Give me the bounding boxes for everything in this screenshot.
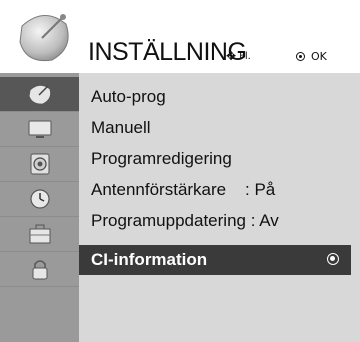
menu-item-auto-prog[interactable]: Auto-prog bbox=[79, 82, 351, 112]
ok-button-icon bbox=[296, 52, 305, 61]
sidebar bbox=[0, 73, 79, 342]
satellite-dish-icon bbox=[27, 84, 51, 105]
ok-button-icon bbox=[327, 253, 339, 265]
monitor-icon bbox=[28, 120, 51, 138]
ok-hint-label: OK bbox=[311, 50, 327, 63]
menu-panel: Auto-prog Manuell Programredigering Ante… bbox=[79, 73, 360, 342]
header: INSTÄLLNING ✥ Fl. OK bbox=[0, 0, 360, 73]
speaker-icon bbox=[30, 153, 49, 175]
menu-item-program-edit[interactable]: Programredigering bbox=[79, 144, 351, 174]
sidebar-item-option[interactable] bbox=[0, 217, 79, 252]
clock-icon bbox=[29, 189, 50, 209]
page-title: INSTÄLLNING bbox=[88, 38, 247, 66]
briefcase-icon bbox=[29, 224, 50, 244]
ok-hint: OK bbox=[296, 50, 327, 63]
satellite-dish-icon bbox=[19, 14, 69, 62]
nav-hint-label: Fl. bbox=[239, 50, 251, 62]
menu-item-manual[interactable]: Manuell bbox=[79, 113, 351, 143]
padlock-icon bbox=[32, 260, 47, 280]
sidebar-item-audio[interactable] bbox=[0, 147, 79, 182]
sidebar-item-picture[interactable] bbox=[0, 112, 79, 147]
sidebar-item-setup[interactable] bbox=[0, 77, 79, 112]
menu-item-ci-information[interactable]: CI-information bbox=[79, 245, 351, 275]
sidebar-item-lock[interactable] bbox=[0, 252, 79, 287]
arrow-keys-icon: ✥ bbox=[226, 49, 237, 63]
sidebar-item-time[interactable] bbox=[0, 182, 79, 217]
menu-item-label: CI-information bbox=[91, 250, 208, 269]
menu-item-antenna-booster[interactable]: Antennförstärkare : På bbox=[79, 175, 351, 205]
menu-item-program-update[interactable]: Programuppdatering : Av bbox=[79, 206, 351, 236]
nav-hint: ✥ Fl. bbox=[226, 49, 251, 63]
